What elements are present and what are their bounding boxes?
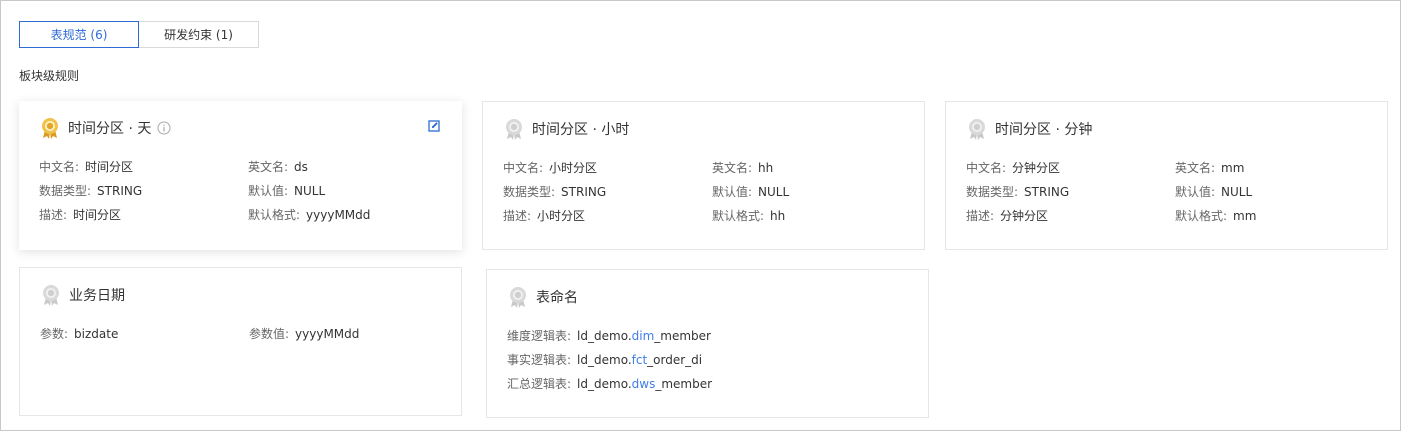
section-title: 板块级规则 (19, 69, 80, 83)
field-description: 描述: 小时分区 (503, 209, 586, 223)
card-title: 业务日期 (69, 288, 125, 304)
award-gray-icon (43, 285, 59, 306)
field-en-name: 英文名: hh (712, 161, 774, 175)
field-default-value: 默认值: NULL (712, 185, 790, 199)
field-fact-table: 事实逻辑表: ld_demo.fct_order_di (507, 353, 703, 367)
field-param-value: 参数值: yyyyMMdd (249, 327, 360, 341)
field-default-value: 默认值: NULL (248, 184, 326, 198)
field-default-value: 默认值: NULL (1175, 185, 1253, 199)
rule-card-minute[interactable]: 时间分区 · 分钟 中文名: 分钟分区 英文名: mm 数据类型: STRING 默认… (945, 101, 1388, 250)
field-cn-name: 中文名: 时间分区 (39, 160, 134, 174)
card-title: 表命名 (536, 290, 578, 306)
card-title: 时间分区 · 分钟 (995, 122, 1093, 138)
award-gray-icon (969, 119, 985, 140)
field-default-format: 默认格式: yyyyMMdd (248, 208, 371, 222)
field-cn-name: 中文名: 分钟分区 (966, 161, 1061, 175)
rule-card-table-naming[interactable]: 表命名 维度逻辑表: ld_demo.dim_member 事实逻辑表: ld_de… (486, 269, 929, 418)
rules-panel: 表规范 (6) 研发约束 (1) 板块级规则 时间分区 · 天 中文名:时间分 (0, 0, 1401, 431)
card-title: 时间分区 · 小时 (532, 122, 630, 138)
award-gray-icon (506, 119, 522, 140)
rule-card-hour[interactable]: 时间分区 · 小时 中文名: 小时分区 英文名: hh 数据类型: STRING 默认… (482, 101, 925, 250)
award-gray-icon (510, 287, 526, 308)
field-data-type: 数据类型: STRING (966, 185, 1070, 199)
info-icon[interactable] (157, 121, 171, 135)
field-description: 描述: 分钟分区 (966, 209, 1049, 223)
field-cn-name: 中文名: 小时分区 (503, 161, 598, 175)
field-param: 参数: bizdate (40, 327, 119, 341)
edit-icon[interactable] (428, 120, 440, 132)
rule-card-biz-date[interactable]: 业务日期 参数: bizdate 参数值: yyyyMMdd (19, 267, 462, 416)
field-description: 描述: 时间分区 (39, 208, 122, 222)
field-data-type: 数据类型: STRING (503, 185, 607, 199)
field-data-type: 数据类型: STRING (39, 184, 143, 198)
field-default-format: 默认格式: hh (712, 209, 786, 223)
card-title: 时间分区 · 天 (68, 121, 152, 137)
award-gold-icon (42, 118, 58, 139)
rule-card-day[interactable]: 时间分区 · 天 中文名: 时间分区 英文名: ds 数据类型: STRING 默认值… (19, 101, 462, 250)
tab-dev-constraint[interactable]: 研发约束 (1) (139, 21, 259, 48)
field-dim-table: 维度逻辑表: ld_demo.dim_member (507, 329, 711, 343)
tab-table-spec[interactable]: 表规范 (6) (19, 21, 139, 48)
field-default-format: 默认格式: mm (1175, 209, 1257, 223)
field-en-name: 英文名: mm (1175, 161, 1245, 175)
tab-bar: 表规范 (6) 研发约束 (1) (19, 21, 259, 48)
field-en-name: 英文名: ds (248, 160, 308, 174)
field-summary-table: 汇总逻辑表: ld_demo.dws_member (507, 377, 713, 391)
